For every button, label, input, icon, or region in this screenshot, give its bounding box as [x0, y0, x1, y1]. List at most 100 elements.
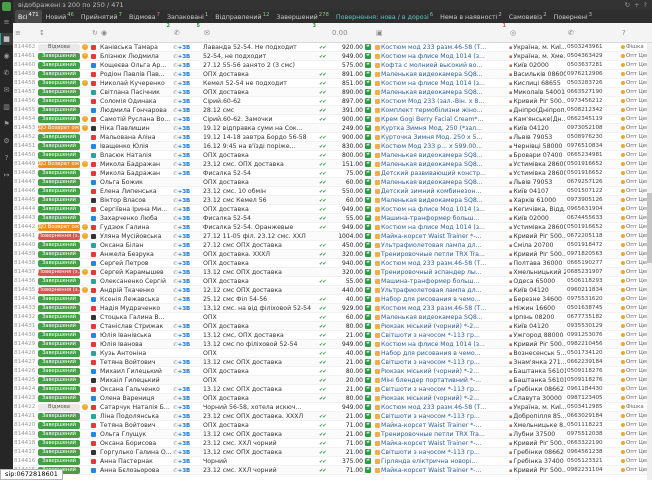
status-badge[interactable]: Повернення (з...	[38, 287, 80, 294]
tab-accepted[interactable]: Прийнятий7	[78, 10, 125, 23]
callback-button[interactable]: +ЗВ	[178, 261, 190, 267]
sidebar-item-tasks-icon[interactable]: ⚑	[0, 118, 13, 130]
status-badge[interactable]: Повернення (з...	[38, 269, 80, 276]
table-row[interactable]: 814459ЗавершенийРодіон Павлів Пав...✆+ЗВ…	[13, 70, 652, 79]
status-badge[interactable]: Завершений	[38, 260, 80, 267]
product-link[interactable]: Тренировочные петли TRX Tra...	[381, 431, 485, 438]
callback-button[interactable]: +ЗВ	[178, 108, 190, 114]
product-link[interactable]: Детский зимний комбинезон...	[381, 188, 481, 195]
product-link[interactable]: Маленькая видеокамера SQ8...	[381, 197, 483, 204]
table-row[interactable]: 814432ЗавершенийСтоцька Галина В...ОПХ✔✔…	[13, 313, 652, 322]
product-link[interactable]: Костюм на флисе Мод 1014 (з...	[381, 341, 485, 348]
table-row[interactable]: 814453ДО Возврат ож.іНіка Павлишин✆+ЗВ19…	[13, 124, 652, 133]
product-link[interactable]: Майка-корсет Waist Trainer *-...	[381, 467, 481, 474]
status-sort-icon[interactable]: ↕	[37, 23, 81, 43]
product-link[interactable]: Світшоти з начосом *-113 гр...	[381, 332, 480, 339]
callback-button[interactable]: +ЗВ	[178, 216, 190, 222]
status-badge[interactable]: Завершений	[38, 116, 80, 123]
sidebar-item-settings-icon[interactable]: ⚙	[0, 135, 13, 147]
callback-button[interactable]: +ЗВ	[178, 396, 190, 402]
product-link[interactable]: Світшоти з начосом *-113 гр...	[381, 359, 480, 366]
scrollbar-thumb[interactable]	[647, 193, 652, 263]
table-row[interactable]: 814443ЗавершенийЗахарченко Люба✆+ЗВФисал…	[13, 214, 652, 223]
callback-button[interactable]: +ЗВ	[178, 189, 190, 195]
product-link[interactable]: Маленькая видеокамера SQ8...	[381, 179, 483, 186]
callback-button[interactable]: +ЗВ	[178, 324, 190, 330]
status-badge[interactable]: Завершений	[38, 305, 80, 312]
product-link[interactable]: Маленькая видеокамера SQ8...	[381, 89, 483, 96]
sidebar-item-orders-icon[interactable]: ▦	[0, 33, 13, 45]
status-badge[interactable]: Завершений	[38, 62, 80, 69]
product-link[interactable]: Рюкзак міський (чорний) *-2...	[381, 368, 479, 375]
status-badge[interactable]: Завершений	[38, 107, 80, 114]
table-row[interactable]: 814416ЗавершенийАнна Пастернак✆+ЗВЧорний…	[13, 457, 652, 466]
callback-button[interactable]: +ЗВ	[178, 90, 190, 96]
sidebar-item-calls-icon[interactable]: ✆	[0, 67, 13, 79]
status-badge[interactable]: Завершений	[38, 98, 80, 105]
status-badge[interactable]: Завершений	[38, 170, 80, 177]
status-badge[interactable]: Завершений	[38, 413, 80, 420]
delivery-column-icon[interactable]: ◎	[508, 23, 566, 43]
status-badge[interactable]: Завершений	[38, 359, 80, 366]
callback-button[interactable]: +ЗВ	[178, 207, 190, 213]
sidebar-item-exit-icon[interactable]: ↦	[0, 169, 13, 181]
table-row[interactable]: 814449ДО Возврат ож.іМикола Бадражан✆+ЗВ…	[13, 160, 652, 169]
product-link[interactable]: Костюм на флисе Мод 1014 (з...	[381, 224, 485, 231]
product-link[interactable]: Курточка Зимня Мод. 250 х 5...	[381, 134, 483, 141]
sidebar-item-menu-icon[interactable]: ≡	[0, 16, 13, 28]
table-row[interactable]: 814417ЗавершенийГоргулько Галина О...✆+З…	[13, 448, 652, 457]
callback-button[interactable]: +ЗВ	[178, 369, 190, 375]
callback-button[interactable]: +ЗВ	[178, 126, 190, 132]
table-row[interactable]: 814428ЗавершенийКузь АнтонінаОПХ✔✔40.00₴…	[13, 349, 652, 358]
table-row[interactable]: 814425ЗавершенийМихаіл ГилецькийОПХ✔✔20.…	[13, 376, 652, 385]
status-badge[interactable]: Завершений	[38, 368, 80, 375]
callback-button[interactable]: +ЗВ	[178, 405, 190, 411]
callback-button[interactable]: +ЗВ	[178, 171, 190, 177]
table-row[interactable]: 814438ЗавершенийСергей Петров✆+ЗВОПХ дос…	[13, 259, 652, 268]
tab-pickup[interactable]: Самовивіз2	[506, 10, 550, 23]
product-link[interactable]: Костюм Мод 233 (зал.-Він. х 8...	[381, 98, 484, 105]
status-badge[interactable]: Завершений	[38, 386, 80, 393]
status-badge[interactable]: Завершений	[38, 395, 80, 402]
product-link[interactable]: Куртка Зимня Мод. 250 (*зал...	[381, 125, 482, 132]
callback-button[interactable]: +ЗВ	[178, 468, 190, 474]
status-badge[interactable]: Завершений	[38, 71, 80, 78]
status-badge[interactable]: Завершений	[38, 89, 80, 96]
tab-out-of-stock[interactable]: Нема в наявності2	[437, 10, 505, 23]
info-icon[interactable]: і	[82, 116, 88, 122]
table-row[interactable]: 814419ЗавершенийОльга Глущук✆+ЗВ13.12 см…	[13, 430, 652, 439]
status-badge[interactable]: Завершений	[38, 350, 80, 357]
callback-button[interactable]: +ЗВ	[178, 270, 190, 276]
app-logo-icon[interactable]	[2, 2, 11, 11]
product-link[interactable]: Світшоти з начосом *-113 гр...	[381, 386, 480, 393]
callback-button[interactable]: +ЗВ	[178, 387, 190, 393]
product-link[interactable]: Машина-транформер больш...	[381, 215, 479, 222]
callback-button[interactable]: +ЗВ	[178, 243, 190, 249]
table-row[interactable]: 814440ЗавершенийОксана Білан✆+ЗВ27.12 см…	[13, 241, 652, 250]
callback-button[interactable]: +ЗВ	[178, 342, 190, 348]
status-badge[interactable]: Завершений	[38, 377, 80, 384]
table-row[interactable]: 814435Повернення (з...іАндрій Ткаченко✆+…	[13, 286, 652, 295]
table-row[interactable]: 814447ЗавершенийОльга БожикОПХ доставка✔…	[13, 178, 652, 187]
status-badge[interactable]: Відмова	[38, 404, 80, 411]
table-row[interactable]: 814431ЗавершенийСтаніслав Стрижак✆+ЗВОПХ…	[13, 322, 652, 331]
product-link[interactable]: Тренировочные петли TRX Tra...	[381, 251, 485, 258]
callback-button[interactable]: +ЗВ	[178, 63, 190, 69]
callback-button[interactable]: +ЗВ	[178, 333, 190, 339]
product-link[interactable]: Костюм мод 233 разм.46-58 (Т...	[381, 44, 486, 51]
product-link[interactable]: Міні блендер портативний *-...	[381, 377, 481, 384]
info-icon[interactable]: і	[82, 224, 88, 230]
table-row[interactable]: 814436ЗавершенийОлексаненко Сергій✆+ЗВОП…	[13, 277, 652, 286]
sidebar-item-help-icon[interactable]: ?	[0, 152, 13, 164]
status-badge[interactable]: Завершений	[38, 296, 80, 303]
total-column-icon[interactable]: 0.00	[330, 23, 364, 43]
table-row[interactable]: 814454ЗавершенийіСамотій Руслана Во...✆+…	[13, 115, 652, 124]
table-row[interactable]: 814448ЗавершенийМикола Бадражан✆+ЗВФисал…	[13, 169, 652, 178]
product-link[interactable]: Маленькая видеокамера SQ8...	[381, 161, 483, 168]
product-link[interactable]: Крем Gogi Berry Facial Cream*...	[381, 116, 483, 123]
status-badge[interactable]: Завершений	[38, 440, 80, 447]
info-icon[interactable]: і	[82, 404, 88, 410]
product-link[interactable]: Рюкзак міський (чорний) *-2...	[381, 323, 479, 330]
product-link[interactable]: Костюм на флисе Мод 1014 (з...	[381, 206, 485, 213]
status-badge[interactable]: Завершений	[38, 206, 80, 213]
